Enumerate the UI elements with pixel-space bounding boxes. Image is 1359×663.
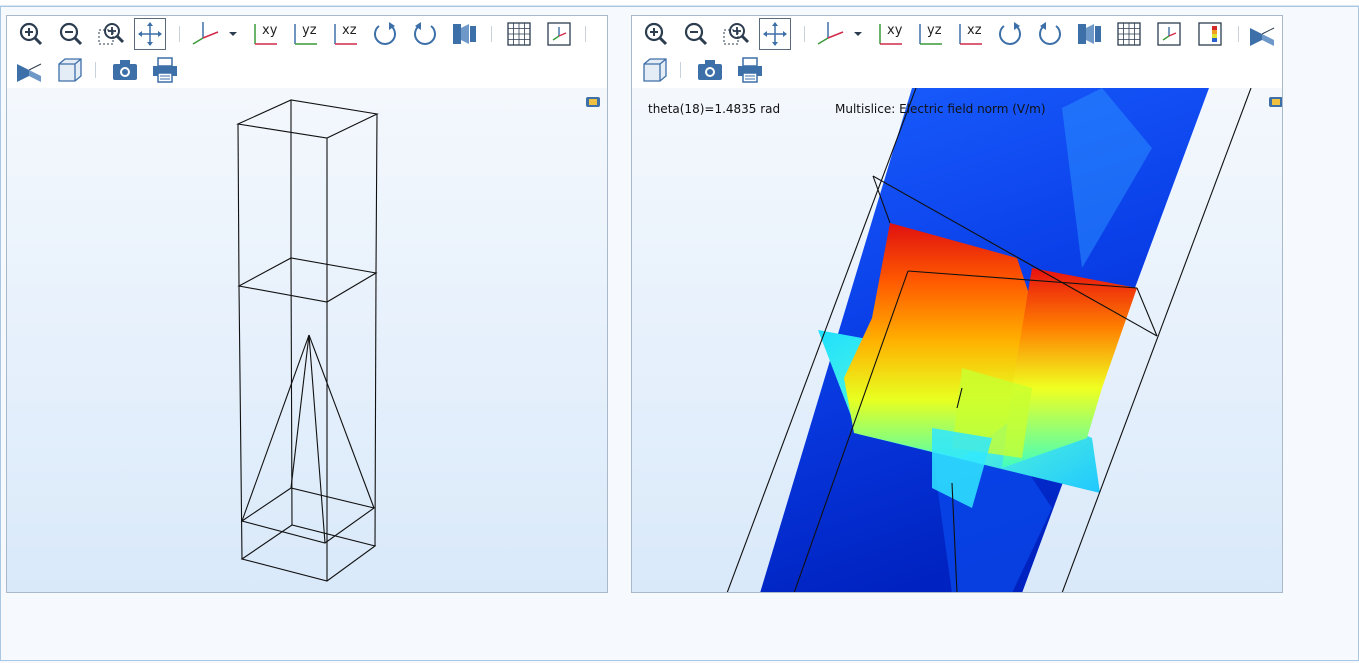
zoom-in-button[interactable] [640, 18, 672, 50]
yz-view-button[interactable]: yz [289, 18, 321, 50]
rotate-cw-icon [374, 22, 396, 45]
grid-button[interactable] [1113, 18, 1145, 50]
axes-view-icon [192, 22, 219, 45]
zoom-out-button[interactable] [55, 18, 87, 50]
rotate-ccw-icon [1039, 22, 1061, 45]
wireframe-box-icon [58, 58, 82, 82]
scene-light-button[interactable] [1074, 18, 1106, 50]
transparency-icon [17, 63, 42, 82]
graphics-toolbar: xy yz xz [7, 16, 607, 88]
zoom-extents-icon [763, 22, 787, 46]
results-canvas[interactable]: theta(18)=1.4835 rad Multislice: Electri… [632, 88, 1282, 592]
camera-icon [698, 60, 722, 80]
zoom-out-icon [59, 22, 83, 46]
image-snapshot-button[interactable] [109, 54, 141, 86]
axis-orientation-button[interactable] [1153, 18, 1185, 50]
axis-orientation-icon [547, 22, 571, 46]
multislice-plot [726, 88, 1252, 592]
color-legend-button[interactable] [1194, 18, 1226, 50]
zoom-box-icon [723, 23, 750, 45]
yz-label: yz [302, 23, 317, 38]
xz-view-button[interactable]: xz [329, 18, 361, 50]
yz-view-button[interactable]: yz [914, 18, 946, 50]
scene-light-icon [453, 24, 476, 44]
toolbar-separator [95, 62, 96, 78]
axes-view-icon [817, 22, 844, 45]
toolbar-separator [179, 26, 180, 42]
zoom-extents-icon [138, 22, 162, 46]
corner-legend-icon [1269, 97, 1282, 107]
zoom-in-icon [19, 22, 43, 46]
parameter-label: theta(18)=1.4835 rad [648, 102, 781, 116]
print-button[interactable] [149, 54, 181, 86]
rotate-ccw-button[interactable] [1034, 18, 1066, 50]
yz-label: yz [927, 23, 942, 38]
view-dropdown-button[interactable] [854, 18, 862, 50]
zoom-extents-button[interactable] [134, 18, 166, 50]
scene-light-button[interactable] [449, 18, 481, 50]
print-icon [738, 57, 762, 83]
grid-button[interactable] [503, 18, 535, 50]
wireframe-button[interactable] [53, 54, 85, 86]
toolbar-separator [491, 26, 492, 42]
geometry-canvas[interactable] [7, 88, 607, 592]
scene-light-icon [1078, 24, 1101, 44]
zoom-box-button[interactable] [95, 18, 127, 50]
xz-label: xz [342, 23, 357, 38]
zoom-in-button[interactable] [15, 18, 47, 50]
zoom-box-button[interactable] [720, 18, 752, 50]
grid-icon [507, 22, 531, 46]
chevron-down-icon [854, 32, 862, 36]
wireframe-box-icon [643, 58, 667, 82]
results-graphics-panel: xy yz xz theta(18)=1.4835 rad Multislice… [631, 15, 1283, 593]
transparency-icon [1250, 27, 1275, 46]
zoom-out-icon [684, 22, 708, 46]
default-view-button[interactable] [189, 18, 221, 50]
rotate-cw-button[interactable] [369, 18, 401, 50]
graphics-toolbar: xy yz xz [632, 16, 1282, 88]
xy-label: xy [262, 23, 278, 38]
xy-view-button[interactable]: xy [249, 18, 281, 50]
zoom-box-icon [98, 23, 125, 45]
zoom-out-button[interactable] [680, 18, 712, 50]
grid-icon [1117, 22, 1141, 46]
transparency-button[interactable] [1246, 18, 1278, 50]
print-button[interactable] [734, 54, 766, 86]
axis-orientation-icon [1157, 22, 1181, 46]
rotate-ccw-icon [414, 22, 436, 45]
chevron-down-icon [229, 32, 237, 36]
color-legend-icon [1198, 22, 1222, 46]
print-icon [153, 57, 177, 83]
xy-label: xy [887, 23, 903, 38]
view-dropdown-button[interactable] [229, 18, 237, 50]
default-view-button[interactable] [814, 18, 846, 50]
image-snapshot-button[interactable] [694, 54, 726, 86]
zoom-extents-button[interactable] [759, 18, 791, 50]
axis-orientation-button[interactable] [543, 18, 575, 50]
transparency-button[interactable] [13, 54, 45, 86]
xz-view-button[interactable]: xz [954, 18, 986, 50]
zoom-in-icon [644, 22, 668, 46]
wireframe-geometry [236, 99, 379, 582]
rotate-cw-icon [999, 22, 1021, 45]
toolbar-separator [804, 26, 805, 42]
xy-view-button[interactable]: xy [874, 18, 906, 50]
geometry-graphics-panel: xy yz xz [6, 15, 608, 593]
camera-icon [113, 60, 137, 80]
toolbar-separator [1238, 26, 1239, 42]
xz-label: xz [967, 23, 982, 38]
toolbar-separator [680, 62, 681, 78]
rotate-cw-button[interactable] [994, 18, 1026, 50]
wireframe-button[interactable] [638, 54, 670, 86]
rotate-ccw-button[interactable] [409, 18, 441, 50]
plot-title-label: Multislice: Electric field norm (V/m) [835, 102, 1046, 116]
toolbar-separator [585, 26, 586, 42]
